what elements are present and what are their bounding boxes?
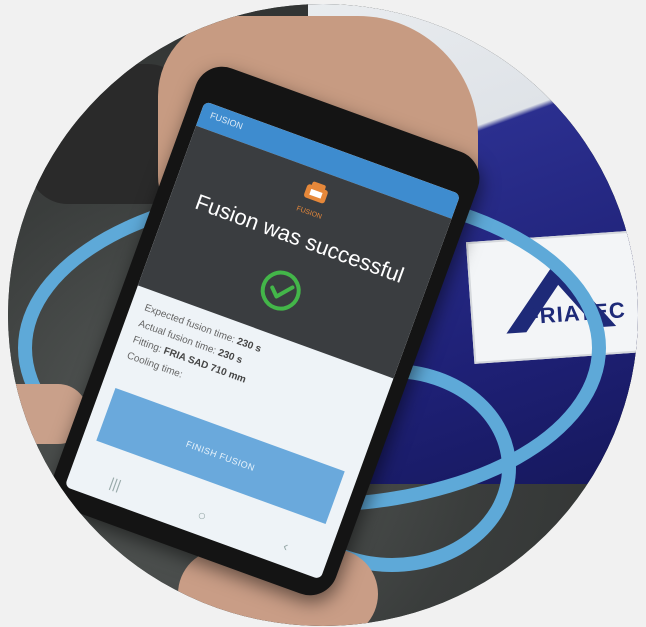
recent-apps-icon[interactable]: ||| [108,474,124,493]
home-icon[interactable]: ○ [196,506,209,524]
photo-circle: FRIATEC FUSION FUSION Fusion was success… [8,4,638,626]
success-check-icon [260,270,301,311]
topbar-label: FUSION [208,110,245,132]
back-icon[interactable]: ‹ [281,537,291,554]
